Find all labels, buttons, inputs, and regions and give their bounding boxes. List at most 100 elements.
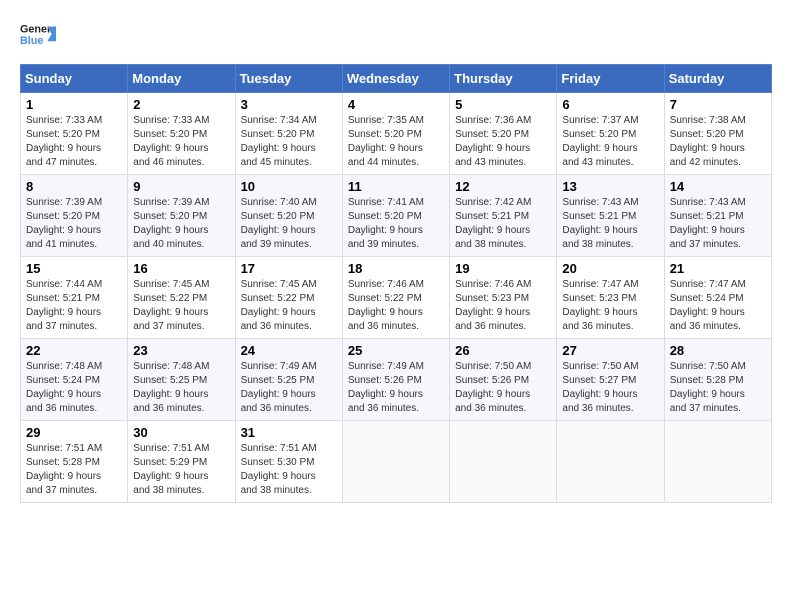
- day-info: Sunrise: 7:39 AM Sunset: 5:20 PM Dayligh…: [133, 196, 229, 252]
- day-number: 23: [133, 343, 229, 358]
- calendar-header-friday: Friday: [557, 65, 664, 93]
- day-number: 22: [26, 343, 122, 358]
- calendar-cell: 30 Sunrise: 7:51 AM Sunset: 5:29 PM Dayl…: [128, 421, 235, 503]
- day-info: Sunrise: 7:47 AM Sunset: 5:24 PM Dayligh…: [670, 278, 766, 334]
- day-number: 21: [670, 261, 766, 276]
- calendar-cell: 28 Sunrise: 7:50 AM Sunset: 5:28 PM Dayl…: [664, 339, 771, 421]
- day-info: Sunrise: 7:48 AM Sunset: 5:25 PM Dayligh…: [133, 360, 229, 416]
- day-info: Sunrise: 7:50 AM Sunset: 5:28 PM Dayligh…: [670, 360, 766, 416]
- day-number: 10: [241, 179, 337, 194]
- calendar-header-sunday: Sunday: [21, 65, 128, 93]
- calendar-cell: 13 Sunrise: 7:43 AM Sunset: 5:21 PM Dayl…: [557, 175, 664, 257]
- day-number: 13: [562, 179, 658, 194]
- day-number: 9: [133, 179, 229, 194]
- calendar-table: SundayMondayTuesdayWednesdayThursdayFrid…: [20, 64, 772, 503]
- calendar-cell: 18 Sunrise: 7:46 AM Sunset: 5:22 PM Dayl…: [342, 257, 449, 339]
- day-number: 1: [26, 97, 122, 112]
- day-info: Sunrise: 7:51 AM Sunset: 5:30 PM Dayligh…: [241, 442, 337, 498]
- day-info: Sunrise: 7:46 AM Sunset: 5:23 PM Dayligh…: [455, 278, 551, 334]
- calendar-header-thursday: Thursday: [450, 65, 557, 93]
- day-info: Sunrise: 7:50 AM Sunset: 5:27 PM Dayligh…: [562, 360, 658, 416]
- day-info: Sunrise: 7:36 AM Sunset: 5:20 PM Dayligh…: [455, 114, 551, 170]
- day-number: 31: [241, 425, 337, 440]
- day-number: 20: [562, 261, 658, 276]
- logo: General Blue: [20, 20, 56, 48]
- day-info: Sunrise: 7:49 AM Sunset: 5:25 PM Dayligh…: [241, 360, 337, 416]
- day-number: 19: [455, 261, 551, 276]
- calendar-header-row: SundayMondayTuesdayWednesdayThursdayFrid…: [21, 65, 772, 93]
- day-number: 16: [133, 261, 229, 276]
- day-number: 14: [670, 179, 766, 194]
- calendar-cell: 4 Sunrise: 7:35 AM Sunset: 5:20 PM Dayli…: [342, 93, 449, 175]
- day-number: 25: [348, 343, 444, 358]
- page-header: General Blue: [20, 20, 772, 48]
- day-info: Sunrise: 7:35 AM Sunset: 5:20 PM Dayligh…: [348, 114, 444, 170]
- calendar-cell: 15 Sunrise: 7:44 AM Sunset: 5:21 PM Dayl…: [21, 257, 128, 339]
- day-number: 8: [26, 179, 122, 194]
- calendar-cell: 8 Sunrise: 7:39 AM Sunset: 5:20 PM Dayli…: [21, 175, 128, 257]
- day-number: 5: [455, 97, 551, 112]
- day-info: Sunrise: 7:44 AM Sunset: 5:21 PM Dayligh…: [26, 278, 122, 334]
- day-info: Sunrise: 7:33 AM Sunset: 5:20 PM Dayligh…: [26, 114, 122, 170]
- calendar-cell: 24 Sunrise: 7:49 AM Sunset: 5:25 PM Dayl…: [235, 339, 342, 421]
- calendar-cell: 23 Sunrise: 7:48 AM Sunset: 5:25 PM Dayl…: [128, 339, 235, 421]
- day-number: 11: [348, 179, 444, 194]
- day-number: 2: [133, 97, 229, 112]
- calendar-cell: 1 Sunrise: 7:33 AM Sunset: 5:20 PM Dayli…: [21, 93, 128, 175]
- day-info: Sunrise: 7:38 AM Sunset: 5:20 PM Dayligh…: [670, 114, 766, 170]
- calendar-week-5: 29 Sunrise: 7:51 AM Sunset: 5:28 PM Dayl…: [21, 421, 772, 503]
- calendar-cell: 31 Sunrise: 7:51 AM Sunset: 5:30 PM Dayl…: [235, 421, 342, 503]
- calendar-header-wednesday: Wednesday: [342, 65, 449, 93]
- calendar-cell: 26 Sunrise: 7:50 AM Sunset: 5:26 PM Dayl…: [450, 339, 557, 421]
- day-info: Sunrise: 7:33 AM Sunset: 5:20 PM Dayligh…: [133, 114, 229, 170]
- day-info: Sunrise: 7:43 AM Sunset: 5:21 PM Dayligh…: [670, 196, 766, 252]
- calendar-week-4: 22 Sunrise: 7:48 AM Sunset: 5:24 PM Dayl…: [21, 339, 772, 421]
- calendar-cell: 2 Sunrise: 7:33 AM Sunset: 5:20 PM Dayli…: [128, 93, 235, 175]
- calendar-header-monday: Monday: [128, 65, 235, 93]
- calendar-cell: 9 Sunrise: 7:39 AM Sunset: 5:20 PM Dayli…: [128, 175, 235, 257]
- day-info: Sunrise: 7:42 AM Sunset: 5:21 PM Dayligh…: [455, 196, 551, 252]
- day-info: Sunrise: 7:40 AM Sunset: 5:20 PM Dayligh…: [241, 196, 337, 252]
- calendar-cell: 20 Sunrise: 7:47 AM Sunset: 5:23 PM Dayl…: [557, 257, 664, 339]
- day-number: 12: [455, 179, 551, 194]
- day-number: 18: [348, 261, 444, 276]
- calendar-cell: 5 Sunrise: 7:36 AM Sunset: 5:20 PM Dayli…: [450, 93, 557, 175]
- calendar-cell: 10 Sunrise: 7:40 AM Sunset: 5:20 PM Dayl…: [235, 175, 342, 257]
- day-info: Sunrise: 7:37 AM Sunset: 5:20 PM Dayligh…: [562, 114, 658, 170]
- calendar-cell: 19 Sunrise: 7:46 AM Sunset: 5:23 PM Dayl…: [450, 257, 557, 339]
- calendar-cell: 7 Sunrise: 7:38 AM Sunset: 5:20 PM Dayli…: [664, 93, 771, 175]
- calendar-cell: 14 Sunrise: 7:43 AM Sunset: 5:21 PM Dayl…: [664, 175, 771, 257]
- day-info: Sunrise: 7:45 AM Sunset: 5:22 PM Dayligh…: [133, 278, 229, 334]
- calendar-week-2: 8 Sunrise: 7:39 AM Sunset: 5:20 PM Dayli…: [21, 175, 772, 257]
- day-number: 27: [562, 343, 658, 358]
- calendar-cell: 11 Sunrise: 7:41 AM Sunset: 5:20 PM Dayl…: [342, 175, 449, 257]
- day-number: 24: [241, 343, 337, 358]
- calendar-cell: [664, 421, 771, 503]
- calendar-cell: 17 Sunrise: 7:45 AM Sunset: 5:22 PM Dayl…: [235, 257, 342, 339]
- day-info: Sunrise: 7:51 AM Sunset: 5:28 PM Dayligh…: [26, 442, 122, 498]
- logo-icon: General Blue: [20, 20, 56, 48]
- day-info: Sunrise: 7:48 AM Sunset: 5:24 PM Dayligh…: [26, 360, 122, 416]
- calendar-cell: [557, 421, 664, 503]
- day-info: Sunrise: 7:43 AM Sunset: 5:21 PM Dayligh…: [562, 196, 658, 252]
- day-info: Sunrise: 7:41 AM Sunset: 5:20 PM Dayligh…: [348, 196, 444, 252]
- calendar-body: 1 Sunrise: 7:33 AM Sunset: 5:20 PM Dayli…: [21, 93, 772, 503]
- calendar-cell: 21 Sunrise: 7:47 AM Sunset: 5:24 PM Dayl…: [664, 257, 771, 339]
- calendar-cell: 6 Sunrise: 7:37 AM Sunset: 5:20 PM Dayli…: [557, 93, 664, 175]
- day-info: Sunrise: 7:39 AM Sunset: 5:20 PM Dayligh…: [26, 196, 122, 252]
- day-info: Sunrise: 7:47 AM Sunset: 5:23 PM Dayligh…: [562, 278, 658, 334]
- svg-text:Blue: Blue: [20, 35, 43, 47]
- day-info: Sunrise: 7:51 AM Sunset: 5:29 PM Dayligh…: [133, 442, 229, 498]
- calendar-cell: 27 Sunrise: 7:50 AM Sunset: 5:27 PM Dayl…: [557, 339, 664, 421]
- day-info: Sunrise: 7:49 AM Sunset: 5:26 PM Dayligh…: [348, 360, 444, 416]
- calendar-cell: [342, 421, 449, 503]
- day-info: Sunrise: 7:46 AM Sunset: 5:22 PM Dayligh…: [348, 278, 444, 334]
- day-number: 26: [455, 343, 551, 358]
- calendar-week-1: 1 Sunrise: 7:33 AM Sunset: 5:20 PM Dayli…: [21, 93, 772, 175]
- day-number: 29: [26, 425, 122, 440]
- calendar-cell: 12 Sunrise: 7:42 AM Sunset: 5:21 PM Dayl…: [450, 175, 557, 257]
- day-info: Sunrise: 7:45 AM Sunset: 5:22 PM Dayligh…: [241, 278, 337, 334]
- calendar-cell: [450, 421, 557, 503]
- day-info: Sunrise: 7:50 AM Sunset: 5:26 PM Dayligh…: [455, 360, 551, 416]
- calendar-cell: 25 Sunrise: 7:49 AM Sunset: 5:26 PM Dayl…: [342, 339, 449, 421]
